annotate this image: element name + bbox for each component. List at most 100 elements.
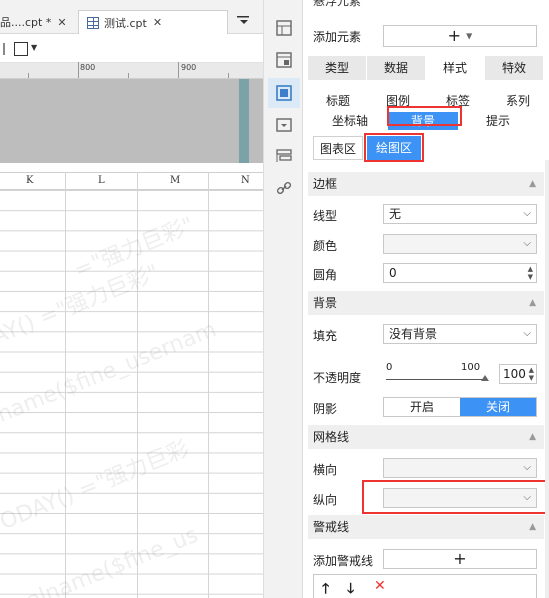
section-background[interactable]: 背景 ▲	[308, 291, 544, 315]
line-type-label: 线型	[313, 209, 338, 223]
chevron-down-icon: ▼	[466, 31, 473, 41]
column-label[interactable]: N	[241, 175, 250, 186]
move-down-icon[interactable]: 🡓	[347, 578, 354, 598]
slider-track[interactable]	[386, 379, 486, 380]
cell-attribute-icon[interactable]	[276, 20, 292, 36]
collapse-icon[interactable]: ▲	[529, 291, 536, 315]
ruler-label: 800	[80, 63, 96, 72]
delete-icon[interactable]: ✕	[374, 578, 386, 594]
section-warning-line[interactable]: 警戒线 ▲	[308, 515, 544, 539]
cell-element-icon[interactable]	[276, 52, 292, 68]
chart-property-panel: 悬浮元素 添加元素 + ▼ 类型 数据 样式 特效 标题 图例 标签 系列 坐标…	[303, 0, 549, 598]
chevron-down-icon: ⌵	[523, 208, 531, 219]
canvas-edge-strip	[239, 79, 249, 163]
border-style-icon[interactable]	[14, 42, 28, 56]
opacity-value: 100	[503, 367, 526, 381]
line-type-value: 无	[389, 207, 402, 221]
tab-type[interactable]: 类型	[308, 56, 367, 80]
fill-value: 没有背景	[389, 327, 438, 341]
section-title: 背景	[313, 296, 338, 310]
column-label[interactable]: K	[26, 175, 33, 186]
warning-line-list: 🡑 🡓 ✕	[313, 574, 537, 598]
close-icon[interactable]: ✕	[57, 16, 66, 29]
section-title: 网格线	[313, 430, 350, 444]
radius-spinner[interactable]: 0 ▲ ▼	[383, 263, 537, 283]
section-gridlines[interactable]: 网格线 ▲	[308, 425, 544, 449]
panel-title: 悬浮元素	[313, 0, 362, 8]
subtab-title[interactable]: 标题	[313, 92, 363, 110]
ruler-label: 900	[181, 63, 197, 72]
panel-scrollbar[interactable]	[545, 160, 549, 598]
highlight-box	[362, 480, 547, 514]
column-label[interactable]: L	[98, 175, 105, 186]
opacity-value-spinner[interactable]: 100 ▲ ▼	[499, 364, 537, 384]
hyperlink-icon[interactable]	[276, 180, 292, 196]
tab-data[interactable]: 数据	[367, 56, 426, 80]
fill-select[interactable]: 没有背景 ⌵	[383, 324, 537, 344]
slider-thumb[interactable]	[481, 375, 489, 381]
file-tab-1-label: 品....cpt *	[0, 16, 52, 29]
widget-icon[interactable]	[276, 117, 292, 133]
shadow-toggle: 开启 关闭	[383, 397, 537, 417]
toolbar-divider	[3, 43, 5, 55]
add-warning-label: 添加警戒线	[313, 554, 374, 568]
horizontal-ruler: 800 900	[0, 62, 263, 79]
chart-canvas-area	[0, 79, 263, 163]
chevron-down-icon: ⌵	[523, 462, 531, 473]
color-select[interactable]: ⌵	[383, 234, 537, 254]
file-tab-1[interactable]: 品....cpt * ✕	[0, 10, 75, 34]
add-warning-button[interactable]: +	[383, 549, 537, 569]
chevron-down-icon[interactable]: ▼	[31, 43, 37, 52]
file-tab-2-label: 测试.cpt	[104, 16, 147, 30]
shadow-off-option[interactable]: 关闭	[460, 398, 536, 416]
tab-effects[interactable]: 特效	[485, 56, 544, 80]
spinner-arrows-icon[interactable]: ▲ ▼	[528, 265, 533, 281]
chevron-down-icon: ⌵	[523, 328, 531, 339]
add-element-button[interactable]: + ▼	[383, 25, 537, 47]
collapse-icon[interactable]: ▲	[529, 172, 536, 196]
subtab-tooltip[interactable]: 提示	[468, 112, 528, 130]
slider-min-label: 0	[386, 362, 393, 373]
property-icon-strip	[263, 0, 303, 598]
report-designer-area: 品....cpt * ✕ 测试.cpt ✕ ▼ 800 900 K L M N …	[0, 0, 263, 598]
chevron-down-icon: ⌵	[523, 238, 531, 249]
report-file-icon	[87, 16, 99, 29]
plus-icon: +	[447, 26, 462, 45]
tab-menu-icon[interactable]	[236, 14, 254, 30]
horizontal-grid-label: 横向	[313, 463, 338, 477]
shadow-label: 阴影	[313, 402, 338, 416]
fill-label: 填充	[313, 329, 338, 343]
collapse-icon[interactable]: ▲	[529, 515, 536, 539]
grid-line	[208, 172, 209, 598]
column-label[interactable]: M	[170, 175, 180, 186]
shadow-on-option[interactable]: 开启	[384, 398, 460, 416]
opacity-label: 不透明度	[313, 371, 362, 385]
collapse-icon[interactable]: ▲	[529, 425, 536, 449]
tab-style[interactable]: 样式	[426, 56, 485, 80]
subtab-axis[interactable]: 坐标轴	[320, 112, 380, 130]
close-icon[interactable]: ✕	[153, 16, 162, 29]
highlight-box	[387, 106, 462, 126]
line-type-select[interactable]: 无 ⌵	[383, 204, 537, 224]
designer-toolbar: ▼	[0, 35, 263, 63]
section-title: 边框	[313, 177, 338, 191]
horizontal-grid-select[interactable]: ⌵	[383, 458, 537, 478]
color-label: 颜色	[313, 239, 338, 253]
plus-icon: +	[453, 549, 467, 568]
section-title: 警戒线	[313, 520, 350, 534]
app-window: 品....cpt * ✕ 测试.cpt ✕ ▼ 800 900 K L M N …	[0, 0, 549, 598]
tab-chart-area[interactable]: 图表区	[313, 136, 363, 160]
spinner-arrows-icon[interactable]: ▲ ▼	[529, 366, 534, 382]
main-tab-bar: 类型 数据 样式 特效	[308, 56, 544, 80]
move-up-icon[interactable]: 🡑	[322, 578, 329, 598]
chart-attribute-icon[interactable]	[268, 78, 300, 108]
condition-attribute-icon[interactable]	[276, 148, 292, 164]
vertical-grid-label: 纵向	[313, 493, 338, 507]
add-element-row: 添加元素 + ▼	[303, 22, 549, 50]
file-tab-2[interactable]: 测试.cpt ✕	[78, 10, 228, 34]
opacity-slider[interactable]: 0 100	[383, 362, 493, 388]
section-border[interactable]: 边框 ▲	[308, 172, 544, 196]
radius-label: 圆角	[313, 268, 338, 282]
subtab-series[interactable]: 系列	[493, 92, 543, 110]
column-header: K L M N	[0, 172, 263, 190]
